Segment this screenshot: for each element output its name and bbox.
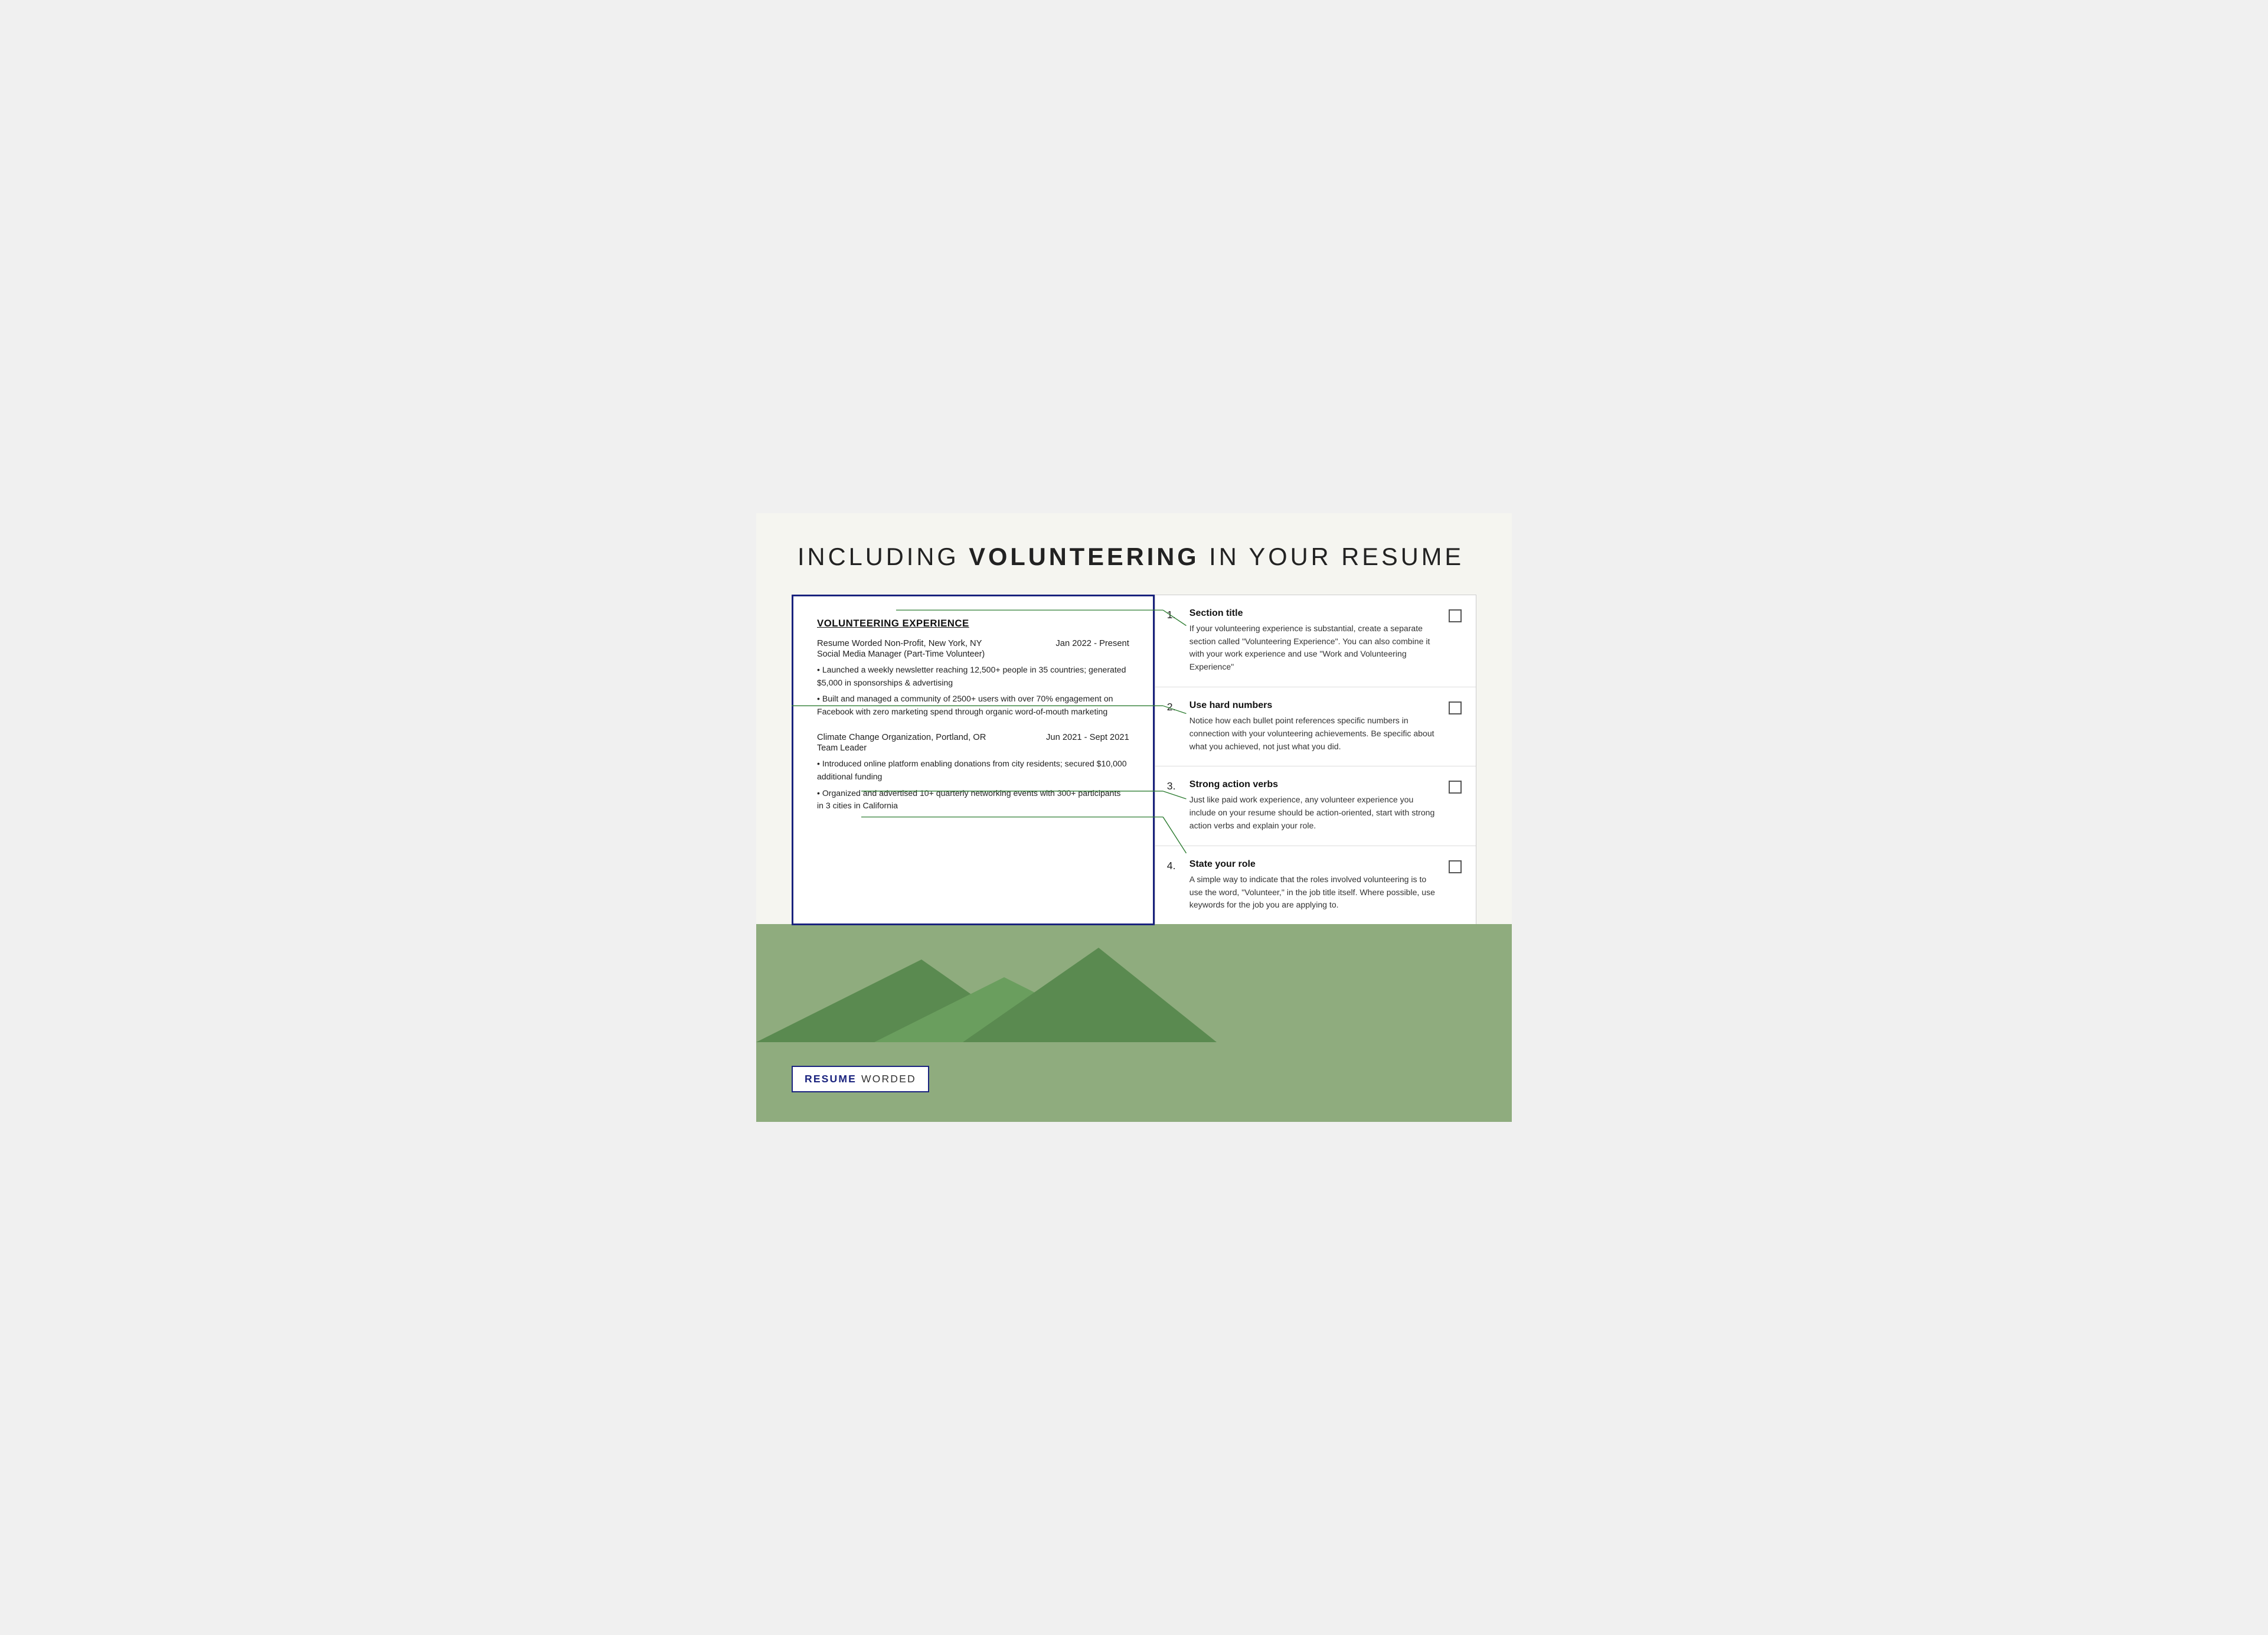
resume-entry-1-role: Social Media Manager (Part-Time Voluntee… (817, 650, 1129, 659)
resume-entry-1-org: Resume Worded Non-Profit, New York, NY (817, 639, 982, 648)
checklist-content-1: Section title If your volunteering exper… (1189, 608, 1439, 674)
resume-entry-1: Resume Worded Non-Profit, New York, NY J… (817, 639, 1129, 719)
checklist-title-2: Use hard numbers (1189, 700, 1439, 711)
page-title: INCLUDING VOLUNTEERING IN YOUR RESUME (798, 543, 1476, 571)
checklist-item-3: 3. Strong action verbs Just like paid wo… (1155, 766, 1476, 846)
checklist-title-3: Strong action verbs (1189, 779, 1439, 790)
resume-section-title: VOLUNTEERING EXPERIENCE (817, 618, 1129, 629)
resume-card: VOLUNTEERING EXPERIENCE Resume Worded No… (792, 595, 1155, 926)
brand-area: RESUME WORDED (756, 1042, 1512, 1122)
checklist-number-3: 3. (1167, 779, 1184, 792)
resume-entry-2-bullets: • Introduced online platform enabling do… (817, 758, 1129, 812)
checklist-item-4: 4. State your role A simple way to indic… (1155, 846, 1476, 925)
resume-entry-1-header: Resume Worded Non-Profit, New York, NY J… (817, 639, 1129, 648)
resume-entry-1-bullet-2: • Built and managed a community of 2500+… (817, 693, 1129, 719)
bottom-green-area (756, 924, 1512, 1042)
brand-worded-text: WORDED (861, 1073, 916, 1085)
content-row: VOLUNTEERING EXPERIENCE Resume Worded No… (792, 595, 1476, 926)
checklist-title-1: Section title (1189, 608, 1439, 619)
resume-entry-1-bullets: • Launched a weekly newsletter reaching … (817, 664, 1129, 719)
checklist-desc-3: Just like paid work experience, any volu… (1189, 794, 1439, 832)
checklist-area: 1. Section title If your volunteering ex… (1155, 595, 1476, 926)
checklist-checkbox-4[interactable] (1449, 860, 1462, 873)
brand-resume-text: RESUME (805, 1073, 857, 1085)
checklist-content-2: Use hard numbers Notice how each bullet … (1189, 700, 1439, 753)
page-wrapper: INCLUDING VOLUNTEERING IN YOUR RESUME VO… (756, 513, 1512, 1122)
resume-entry-1-bullet-1: • Launched a weekly newsletter reaching … (817, 664, 1129, 690)
checklist-number-2: 2. (1167, 700, 1184, 713)
resume-entry-2-org: Climate Change Organization, Portland, O… (817, 733, 986, 742)
top-section: INCLUDING VOLUNTEERING IN YOUR RESUME VO… (756, 513, 1512, 926)
resume-entry-1-date: Jan 2022 - Present (1055, 639, 1129, 648)
checklist-content-4: State your role A simple way to indicate… (1189, 859, 1439, 912)
checklist-checkbox-2[interactable] (1449, 701, 1462, 714)
resume-entry-2-date: Jun 2021 - Sept 2021 (1046, 733, 1129, 742)
checklist-desc-4: A simple way to indicate that the roles … (1189, 873, 1439, 912)
checklist-title-4: State your role (1189, 859, 1439, 870)
checklist-desc-2: Notice how each bullet point references … (1189, 714, 1439, 753)
resume-entry-2: Climate Change Organization, Portland, O… (817, 733, 1129, 812)
checklist-checkbox-3[interactable] (1449, 781, 1462, 794)
mountain-svg (756, 924, 1512, 1042)
checklist-item-1: 1. Section title If your volunteering ex… (1155, 595, 1476, 687)
resume-entry-2-bullet-2: • Organized and advertised 10+ quarterly… (817, 787, 1129, 813)
resume-entry-2-role: Team Leader (817, 743, 1129, 753)
brand-logo-box: RESUME WORDED (792, 1066, 929, 1092)
checklist-checkbox-1[interactable] (1449, 609, 1462, 622)
checklist-content-3: Strong action verbs Just like paid work … (1189, 779, 1439, 832)
resume-entry-2-header: Climate Change Organization, Portland, O… (817, 733, 1129, 742)
checklist-number-4: 4. (1167, 859, 1184, 872)
checklist-item-2: 2. Use hard numbers Notice how each bull… (1155, 687, 1476, 766)
resume-entry-2-bullet-1: • Introduced online platform enabling do… (817, 758, 1129, 784)
checklist-number-1: 1. (1167, 608, 1184, 621)
checklist-desc-1: If your volunteering experience is subst… (1189, 622, 1439, 674)
